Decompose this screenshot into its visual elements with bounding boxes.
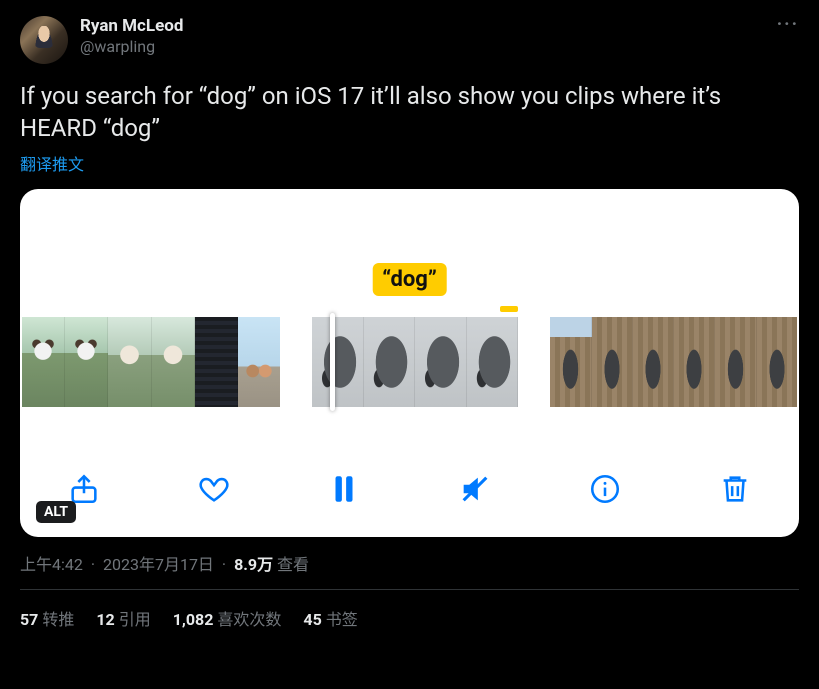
avatar[interactable]: [20, 16, 68, 64]
match-marker-icon: [500, 306, 518, 312]
video-frame: [715, 317, 756, 407]
tweet-header: Ryan McLeod @warpling ···: [20, 16, 799, 64]
media-attachment[interactable]: “dog”: [20, 189, 799, 537]
pause-icon: [327, 472, 361, 506]
user-info[interactable]: Ryan McLeod @warpling: [80, 16, 183, 57]
video-frame: [592, 317, 633, 407]
video-scrubber[interactable]: [20, 317, 799, 407]
heart-icon: [197, 472, 231, 506]
media-toolbar: [20, 469, 799, 509]
speaker-muted-icon: [458, 472, 492, 506]
more-icon[interactable]: ···: [777, 14, 799, 35]
video-frame: [633, 317, 674, 407]
video-frame: [152, 317, 195, 407]
tweet-container: Ryan McLeod @warpling ··· If you search …: [0, 0, 819, 630]
video-frame: [467, 317, 519, 407]
video-frame: [364, 317, 416, 407]
video-frame: [65, 317, 108, 407]
video-frame: [312, 317, 364, 407]
info-button[interactable]: [585, 469, 625, 509]
display-name: Ryan McLeod: [80, 16, 183, 37]
video-frame: [415, 317, 467, 407]
likes-stat[interactable]: 1,082喜欢次数: [173, 606, 282, 630]
tweet-meta[interactable]: 上午4:42 · 2023年7月17日 · 8.9万 查看: [20, 551, 799, 575]
clip-group: [550, 317, 797, 407]
bookmarks-stat[interactable]: 45书签: [303, 606, 357, 630]
video-frame: [757, 317, 797, 407]
retweets-stat[interactable]: 57转推: [20, 606, 74, 630]
playhead-icon[interactable]: [330, 313, 335, 411]
search-term-label: “dog”: [372, 263, 447, 296]
alt-badge[interactable]: ALT: [36, 501, 76, 523]
video-frame: [195, 317, 238, 407]
tweet-text: If you search for “dog” on iOS 17 it’ll …: [20, 80, 799, 145]
video-frame: [674, 317, 715, 407]
translate-link[interactable]: 翻译推文: [20, 151, 799, 175]
delete-button[interactable]: [715, 469, 755, 509]
views-count: 8.9万: [234, 555, 273, 574]
clip-group-active: [312, 317, 518, 407]
video-frame: [108, 317, 151, 407]
favorite-button[interactable]: [194, 469, 234, 509]
trash-icon: [718, 472, 752, 506]
user-handle: @warpling: [80, 37, 183, 57]
tweet-time: 上午4:42: [20, 555, 83, 574]
quotes-stat[interactable]: 12引用: [96, 606, 150, 630]
info-icon: [588, 472, 622, 506]
video-frame: [550, 317, 591, 407]
clip-group: [22, 317, 280, 407]
tweet-stats: 57转推 12引用 1,082喜欢次数 45书签: [20, 590, 799, 630]
pause-button[interactable]: [324, 469, 364, 509]
video-frame: [22, 317, 65, 407]
views-label: 查看: [277, 555, 309, 574]
video-frame: [238, 317, 280, 407]
tweet-date: 2023年7月17日: [103, 555, 214, 574]
mute-button[interactable]: [455, 469, 495, 509]
